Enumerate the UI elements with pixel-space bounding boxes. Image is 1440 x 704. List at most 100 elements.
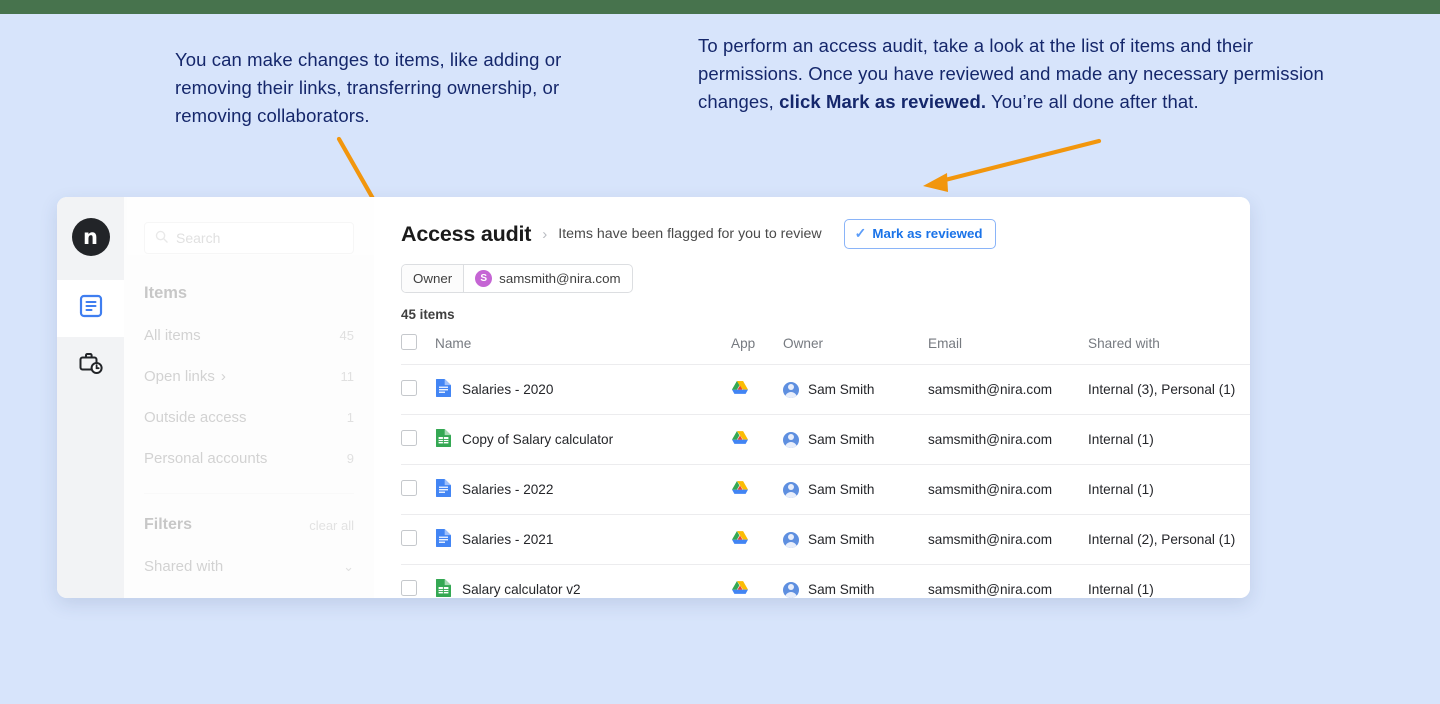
sidebar-item-all-items-label: All items	[144, 327, 201, 344]
sidebar-item-outside-access-count: 1	[347, 410, 354, 425]
item-shared-with: Internal (1)	[1088, 465, 1250, 515]
mark-as-reviewed-button[interactable]: ✓ Mark as reviewed	[844, 219, 996, 249]
google-drive-icon	[731, 534, 749, 549]
sidebar-item-all-items[interactable]: All items 45	[144, 327, 354, 344]
google-drive-icon	[731, 434, 749, 449]
item-shared-with: Internal (1)	[1088, 415, 1250, 465]
mark-as-reviewed-label: Mark as reviewed	[872, 226, 982, 241]
sidebar-item-personal-accounts-count: 9	[347, 451, 354, 466]
column-header-name[interactable]: Name	[435, 334, 731, 365]
google-drive-icon	[731, 384, 749, 399]
sidebar-item-personal-accounts-label: Personal accounts	[144, 450, 267, 467]
sidebar-item-outside-access[interactable]: Outside access 1	[144, 409, 354, 426]
google-sheets-icon	[435, 578, 452, 598]
nira-logo[interactable]: n	[72, 218, 110, 256]
owner-filter-key: Owner	[402, 265, 464, 292]
item-shared-with: Internal (1)	[1088, 565, 1250, 599]
avatar	[783, 582, 799, 598]
items-table-body: Salaries - 2020 Sam Smith	[401, 365, 1250, 599]
chevron-down-icon: ⌄	[343, 559, 354, 575]
column-header-owner[interactable]: Owner	[783, 334, 928, 365]
annotation-right-part2: You’re all done after that.	[986, 91, 1199, 112]
chevron-right-icon: ›	[221, 368, 226, 385]
arrow-to-mark-as-reviewed	[923, 141, 1099, 192]
clear-all-button[interactable]: clear all	[309, 518, 354, 533]
sidebar-item-open-links-count: 11	[341, 369, 355, 384]
items-table: Name App Owner Email Shared with	[401, 334, 1250, 598]
avatar: S	[475, 270, 492, 287]
item-email: samsmith@nira.com	[928, 515, 1088, 565]
document-list-icon	[78, 293, 104, 324]
column-header-email[interactable]: Email	[928, 334, 1088, 365]
breadcrumb-subtitle: Items have been flagged for you to revie…	[558, 226, 821, 242]
icon-rail: n	[57, 197, 124, 598]
owner-filter-value[interactable]: S samsmith@nira.com	[464, 265, 631, 292]
annotation-left: You can make changes to items, like addi…	[175, 46, 615, 130]
column-header-shared-with[interactable]: Shared with	[1088, 334, 1250, 365]
check-icon: ✓	[855, 225, 867, 242]
avatar	[783, 532, 799, 548]
search-icon	[155, 230, 168, 246]
sidebar-item-outside-access-label: Outside access	[144, 409, 247, 426]
search-placeholder-text: Search	[176, 230, 220, 246]
item-owner: Sam Smith	[808, 432, 874, 447]
sidebar-filters-header: Filters clear all	[144, 516, 354, 534]
sidebar-item-open-links[interactable]: Open links › 11	[144, 368, 354, 385]
item-email: samsmith@nira.com	[928, 565, 1088, 599]
search-input[interactable]: Search	[144, 222, 354, 254]
avatar	[783, 432, 799, 448]
item-shared-with: Internal (2), Personal (1)	[1088, 515, 1250, 565]
annotation-right-bold: click Mark as reviewed.	[779, 91, 986, 112]
rail-item-items[interactable]	[57, 280, 124, 337]
row-checkbox[interactable]	[401, 480, 417, 496]
row-checkbox[interactable]	[401, 430, 417, 446]
table-row[interactable]: Salaries - 2021 Sam Smith	[401, 515, 1250, 565]
item-name: Salary calculator v2	[462, 582, 581, 597]
owner-filter-email: samsmith@nira.com	[499, 271, 620, 286]
item-owner: Sam Smith	[808, 382, 874, 397]
column-header-app[interactable]: App	[731, 334, 783, 365]
item-owner: Sam Smith	[808, 582, 874, 597]
sidebar-divider	[144, 493, 354, 494]
select-all-checkbox-cell	[401, 334, 435, 365]
sidebar: Search Items All items 45 Open links › 1…	[124, 197, 374, 598]
item-count: 45 items	[401, 307, 1250, 322]
sidebar-item-all-items-count: 45	[340, 328, 354, 343]
table-row[interactable]: Salary calculator v2 Sam Smith	[401, 565, 1250, 599]
filters-title: Filters	[144, 516, 192, 534]
owner-filter-chip[interactable]: Owner S samsmith@nira.com	[401, 264, 633, 293]
item-shared-with: Internal (3), Personal (1)	[1088, 365, 1250, 415]
sidebar-item-open-links-label: Open links	[144, 368, 215, 385]
breadcrumb: Access audit › Items have been flagged f…	[401, 219, 1250, 249]
annotation-right: To perform an access audit, take a look …	[698, 32, 1348, 116]
sidebar-section-title: Items	[144, 284, 354, 303]
select-all-checkbox[interactable]	[401, 334, 417, 350]
row-checkbox[interactable]	[401, 580, 417, 596]
google-docs-icon	[435, 528, 452, 551]
top-green-bar	[0, 0, 1440, 14]
table-row[interactable]: Salaries - 2020 Sam Smith	[401, 365, 1250, 415]
page-title: Access audit	[401, 222, 531, 247]
google-drive-icon	[731, 584, 749, 598]
google-drive-icon	[731, 484, 749, 499]
item-name: Salaries - 2020	[462, 382, 553, 397]
table-row[interactable]: Salaries - 2022 Sam Smith	[401, 465, 1250, 515]
row-checkbox[interactable]	[401, 530, 417, 546]
sidebar-item-personal-accounts[interactable]: Personal accounts 9	[144, 450, 354, 467]
table-row[interactable]: Copy of Salary calculator Sam Smith	[401, 415, 1250, 465]
google-sheets-icon	[435, 428, 452, 451]
item-email: samsmith@nira.com	[928, 415, 1088, 465]
main-panel: Access audit › Items have been flagged f…	[374, 197, 1250, 598]
sidebar-filter-shared-with[interactable]: Shared with ⌄	[144, 558, 354, 575]
google-docs-icon	[435, 478, 452, 501]
row-checkbox[interactable]	[401, 380, 417, 396]
item-name: Salaries - 2021	[462, 532, 553, 547]
avatar	[783, 482, 799, 498]
briefcase-clock-icon	[78, 350, 104, 381]
breadcrumb-separator-icon: ›	[542, 226, 547, 243]
item-name: Copy of Salary calculator	[462, 432, 613, 447]
avatar	[783, 382, 799, 398]
item-email: samsmith@nira.com	[928, 365, 1088, 415]
item-owner: Sam Smith	[808, 532, 874, 547]
rail-item-audits[interactable]	[57, 337, 124, 394]
